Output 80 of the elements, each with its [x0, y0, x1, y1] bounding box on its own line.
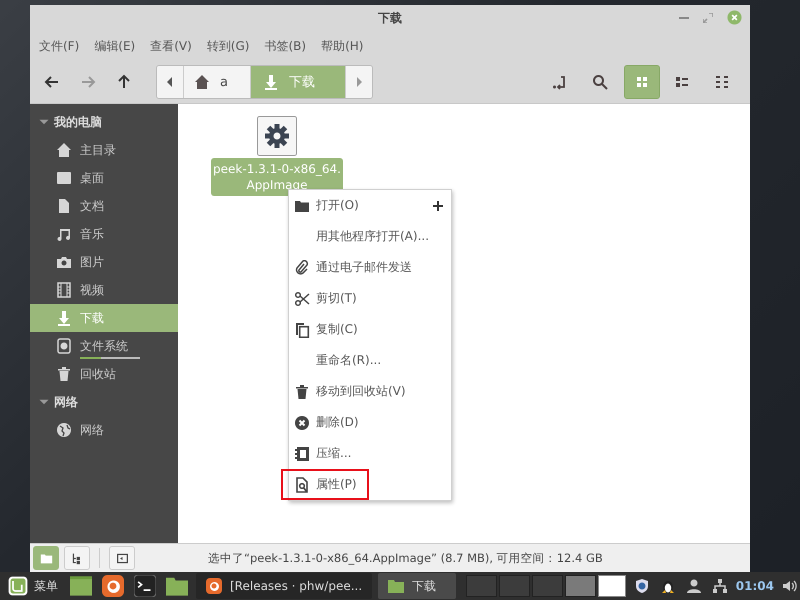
context-menu-item[interactable]: 用其他程序打开(A)... — [289, 221, 451, 252]
gear-file-icon — [257, 116, 297, 156]
penguin-icon[interactable] — [660, 578, 676, 594]
panel-icon — [116, 552, 128, 564]
folder-icon[interactable] — [166, 575, 188, 597]
film-icon — [56, 282, 72, 298]
context-menu-item[interactable]: 通过电子邮件发送 — [289, 252, 451, 283]
show-desktop-button[interactable] — [598, 575, 626, 597]
menu-item[interactable]: 书签(B) — [264, 38, 306, 54]
drive-icon — [56, 338, 72, 354]
search-icon[interactable] — [592, 74, 608, 90]
fox-icon — [206, 578, 222, 594]
sidebar-item[interactable]: 文档 — [30, 192, 178, 220]
sidebar-mode-button[interactable] — [64, 546, 90, 570]
fox-icon[interactable] — [102, 575, 124, 597]
home-icon — [194, 74, 210, 90]
volume-icon[interactable] — [782, 578, 798, 594]
download-arrow-icon — [262, 74, 279, 90]
desktop-icon — [56, 170, 72, 186]
copy-icon — [294, 322, 310, 338]
sidebar-item[interactable]: 网络 — [30, 416, 178, 444]
back-arrow-icon[interactable] — [44, 74, 60, 90]
section-heading: 网络 — [54, 394, 78, 410]
menu-button[interactable]: 菜单 — [4, 572, 62, 600]
clock: 01:04 — [736, 579, 774, 593]
terminal-icon[interactable] — [134, 575, 156, 597]
trash-icon — [294, 384, 310, 400]
globe-icon — [56, 422, 72, 438]
return-arrow-icon[interactable] — [552, 74, 568, 90]
context-menu-item[interactable]: 移动到回收站(V) — [289, 376, 451, 407]
sidebar-item[interactable]: 桌面 — [30, 164, 178, 192]
context-menu-item[interactable]: 压缩... — [289, 438, 451, 469]
sidebar-item[interactable]: 图片 — [30, 248, 178, 276]
desktop-icon[interactable] — [70, 575, 92, 597]
context-menu-item[interactable]: 属性(P) — [281, 469, 369, 500]
sidebar-item[interactable]: 视频 — [30, 276, 178, 304]
taskbar-window-button[interactable]: 下载 — [378, 573, 456, 599]
paperclip-icon — [294, 260, 310, 276]
home-icon — [56, 142, 72, 158]
section-heading: 我的电脑 — [54, 114, 102, 130]
menu-item[interactable]: 编辑(E) — [94, 38, 136, 54]
shield-icon[interactable] — [634, 578, 650, 594]
maximize-icon — [703, 12, 713, 22]
toggle-sidebar-button[interactable] — [109, 546, 135, 570]
trash-icon — [56, 366, 72, 382]
list-view-icon — [674, 74, 690, 90]
window-title: 下载 — [378, 10, 402, 26]
taskbar-window-button[interactable]: [Releases · phw/pee... — [196, 573, 372, 599]
sidebar-item[interactable]: 文件系统 — [30, 332, 178, 360]
sidebar-item[interactable]: 回收站 — [30, 360, 178, 388]
delete-circle-icon — [294, 414, 310, 430]
context-menu-item[interactable]: 剪切(T) — [289, 283, 451, 314]
user-icon[interactable] — [686, 578, 702, 594]
folder-icon — [40, 552, 52, 564]
music-note-icon — [56, 226, 72, 242]
context-menu-item[interactable]: 重命名(R)... — [289, 345, 451, 376]
archive-icon — [294, 446, 310, 462]
network-icon[interactable] — [712, 578, 728, 594]
document-icon — [56, 198, 72, 214]
menu-item[interactable]: 查看(V) — [150, 38, 192, 54]
sidebar-item[interactable]: 音乐 — [30, 220, 178, 248]
menu-item[interactable]: 帮助(H) — [321, 38, 364, 54]
up-arrow-icon[interactable] — [116, 74, 132, 90]
menu-item[interactable]: 转到(G) — [206, 38, 250, 54]
folder-icon — [388, 578, 404, 594]
mint-logo-icon — [8, 576, 28, 596]
camera-icon — [56, 254, 72, 270]
scissors-icon — [294, 290, 310, 306]
download-arrow-icon — [56, 310, 72, 326]
context-menu-item[interactable]: 复制(C) — [289, 314, 451, 345]
minimize-icon — [679, 16, 689, 18]
grid-view-icon — [634, 74, 650, 90]
workspace-button[interactable] — [564, 575, 596, 597]
sidebar-item[interactable]: 主目录 — [30, 136, 178, 164]
compact-view-icon — [714, 74, 730, 90]
menu-item[interactable]: 文件(F) — [39, 38, 80, 54]
status-text: 选中了“peek-1.3.1-0-x86_64.AppImage” (8.7 MB), 可用空间：12.4 GB — [208, 550, 603, 566]
document-magnifier-icon — [294, 476, 310, 492]
context-menu-item[interactable]: 删除(D) — [289, 407, 451, 438]
close-icon — [727, 10, 742, 25]
